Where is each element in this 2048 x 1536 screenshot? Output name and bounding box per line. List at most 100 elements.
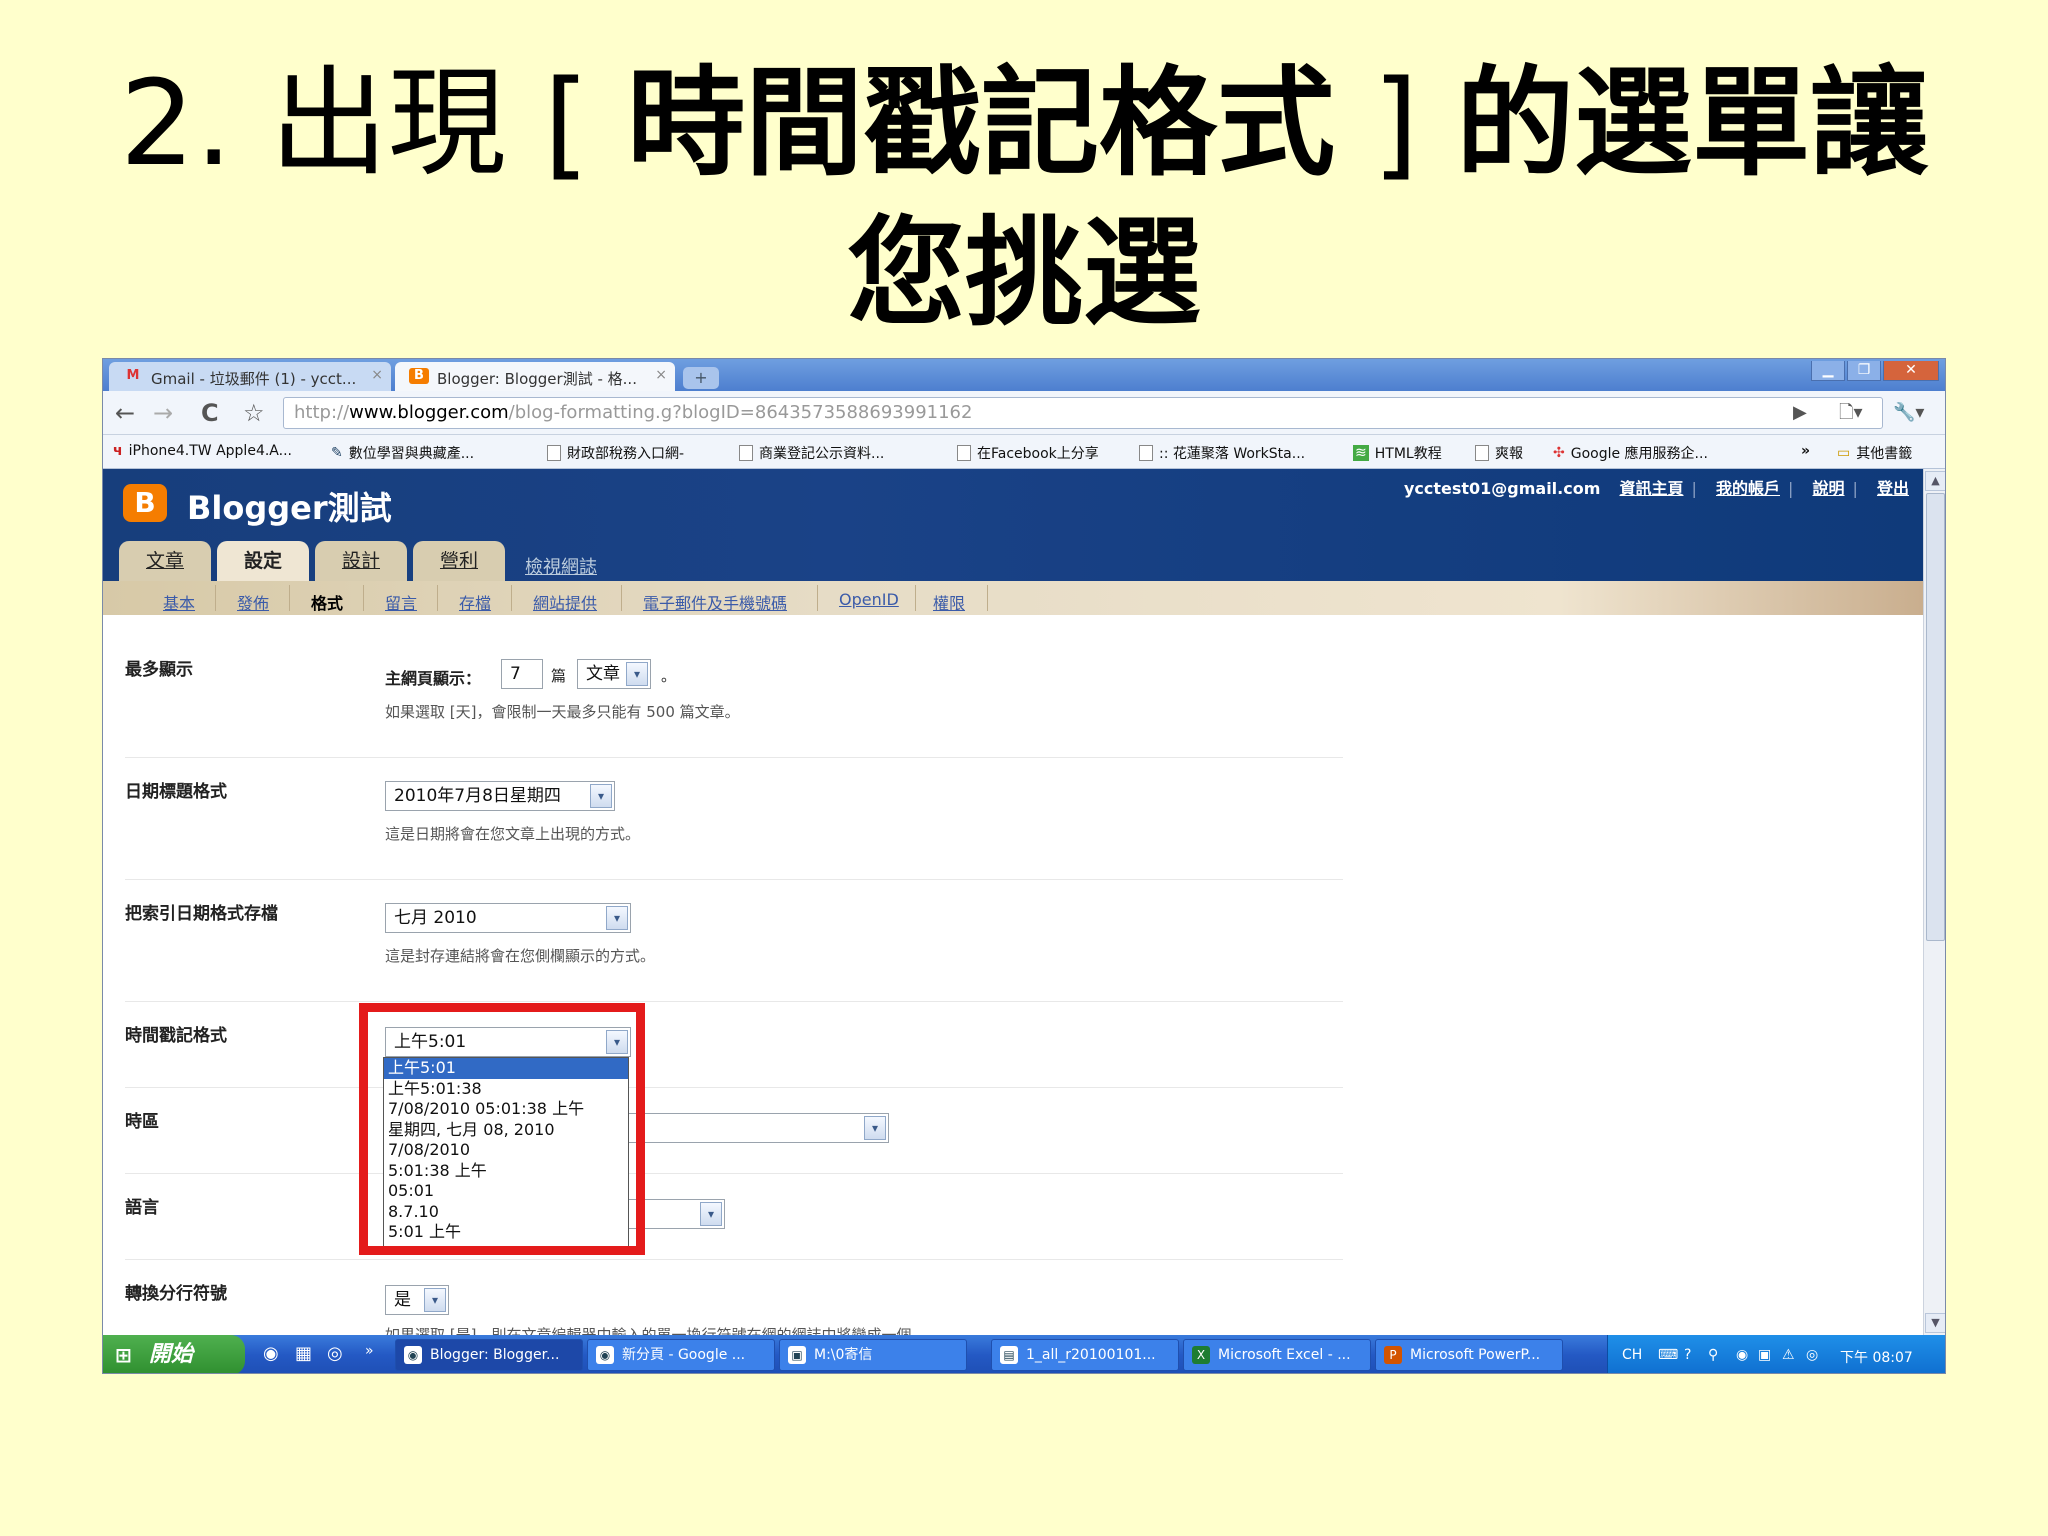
tray-icon[interactable]: ◉ [1736,1347,1748,1363]
blog-title: Blogger測試 [187,489,392,527]
line-breaks-label: 轉換分行符號 [125,1284,227,1304]
tray-icon[interactable]: ⚲ [1708,1347,1718,1363]
tab-gmail[interactable]: M Gmail - 垃圾郵件 (1) - ycct... × [109,362,391,391]
bookmark-icon: ≋ [1353,445,1369,461]
settings-subnav: 基本 發佈 格式 留言 存檔 網站提供 電子郵件及手機號碼 OpenID 權限 [103,581,1923,615]
page-menu-icon[interactable]: 🗋▾ [1839,400,1863,426]
link-sign-out[interactable]: 登出 [1877,479,1909,498]
link-my-account[interactable]: 我的帳戶 [1716,479,1780,498]
minimize-button[interactable]: ▁ [1811,361,1845,381]
reload-icon[interactable]: C [201,400,219,426]
tab-layout[interactable]: 設計 [315,541,407,581]
title-suffix: 的選單讓 [1456,54,1929,192]
scroll-down-icon[interactable]: ▼ [1925,1313,1945,1333]
subtab-publishing[interactable]: 發佈 [237,590,269,614]
address-bar[interactable]: http://www.blogger.com/blog-formatting.g… [283,397,1883,429]
chevron-down-icon[interactable]: ▾ [606,906,628,930]
tab-close-icon[interactable]: × [371,367,383,383]
taskbar-item[interactable]: ◉ Blogger: Blogger... [395,1339,583,1371]
divider [621,585,622,611]
bookmarks-more-button[interactable]: » [1801,443,1810,459]
bookmark-item[interactable]: ✣ Google 應用服務企... [1553,443,1708,463]
page-icon [547,445,561,461]
line-breaks-value: 是 [394,1290,411,1310]
line-breaks-select[interactable]: 是 ▾ [385,1285,449,1315]
go-icon[interactable]: ▶ [1793,400,1807,426]
view-blog-link[interactable]: 檢視網誌 [525,553,597,579]
max-show-count-input[interactable]: 7 [501,659,543,689]
bookmark-item[interactable]: 爽報 [1475,443,1523,463]
browser-toolbar: ← → C ☆ http://www.blogger.com/blog-form… [103,391,1945,435]
bookmark-item[interactable]: ≋ HTML教程 [1353,443,1442,463]
link-dashboard[interactable]: 資訊主頁 [1619,479,1683,498]
chevron-down-icon[interactable]: ▾ [700,1202,722,1226]
subtab-email-mobile[interactable]: 電子郵件及手機號碼 [643,590,787,614]
star-icon[interactable]: ☆ [243,400,265,426]
keyboard-icon[interactable]: ⌨ [1658,1347,1678,1363]
divider [125,1173,1343,1174]
subtab-site-feed[interactable]: 網站提供 [533,590,597,614]
tab-settings[interactable]: 設定 [217,541,309,581]
bookmark-item[interactable]: ч iPhone4.TW Apple4.A... [113,443,292,459]
chevron-down-icon[interactable]: ▾ [864,1116,886,1140]
tab-posting[interactable]: 文章 [119,541,211,581]
tab-monetize[interactable]: 營利 [413,541,505,581]
bookmark-item[interactable]: :: 花蓮聚落 WorkSta... [1139,443,1305,463]
network-icon[interactable]: ▣ [1758,1347,1771,1363]
bookmark-item[interactable]: 商業登記公示資料... [739,443,884,463]
other-bookmarks[interactable]: ▭ 其他書籤 [1837,443,1912,463]
new-tab-button[interactable]: + [683,367,719,389]
tab-label: Blogger: Blogger測試 - 格... [437,370,637,388]
tray-icon[interactable]: ◎ [1806,1347,1818,1363]
taskbar-item[interactable]: P Microsoft PowerP... [1375,1339,1563,1371]
subtab-basic[interactable]: 基本 [163,590,195,614]
scroll-thumb[interactable] [1926,493,1945,941]
bookmark-item[interactable]: ✎ 數位學習與典藏產... [331,443,474,463]
taskbar-item[interactable]: ▣ M:\0寄信 [779,1339,967,1371]
tab-blogger[interactable]: B Blogger: Blogger測試 - 格... × [395,362,675,391]
taskbar-item[interactable]: ▤ 1_all_r20100101... [991,1339,1179,1371]
divider [125,1087,1343,1088]
page-icon [957,445,971,461]
divider [915,585,916,611]
max-show-type-select[interactable]: 文章 ▾ [577,659,651,689]
warning-icon[interactable]: ⚠ [1782,1347,1795,1363]
taskbar-item-label: M:\0寄信 [814,1347,873,1363]
quicklaunch-more-icon[interactable]: » [365,1343,374,1359]
subtab-archiving[interactable]: 存檔 [459,590,491,614]
taskbar-item[interactable]: ◉ 新分頁 - Google ... [587,1339,775,1371]
account-email: ycctest01@gmail.com [1403,479,1601,498]
bookmark-item[interactable]: 財政部稅務入口網- [547,443,684,463]
language-indicator[interactable]: CH [1622,1347,1642,1363]
chevron-down-icon[interactable]: ▾ [590,784,612,808]
scroll-up-icon[interactable]: ▲ [1925,471,1945,491]
quicklaunch-icon[interactable]: ◎ [327,1343,343,1364]
taskbar-item[interactable]: X Microsoft Excel - ... [1183,1339,1371,1371]
link-help[interactable]: 說明 [1812,479,1844,498]
subtab-comments[interactable]: 留言 [385,590,417,614]
forward-arrow-icon[interactable]: → [153,400,173,426]
subtab-openid[interactable]: OpenID [839,590,899,609]
bookmark-label: 商業登記公示資料... [759,446,885,462]
bookmark-icon: ✎ [331,445,343,461]
date-header-select[interactable]: 2010年7月8日星期四 ▾ [385,781,615,811]
divider [987,585,988,611]
back-arrow-icon[interactable]: ← [115,400,135,426]
chevron-down-icon[interactable]: ▾ [626,662,648,686]
account-links: ycctest01@gmail.com 資訊主頁 | 我的帳戶 | 說明 | 登出 [1404,475,1909,499]
archive-date-select[interactable]: 七月 2010 ▾ [385,903,631,933]
subtab-formatting[interactable]: 格式 [311,590,343,614]
close-window-button[interactable]: ✕ [1883,361,1939,381]
bookmark-item[interactable]: 在Facebook上分享 [957,443,1099,463]
page-scrollbar[interactable]: ▲ ▼ [1923,469,1945,1335]
subtab-permissions[interactable]: 權限 [933,590,965,614]
start-button[interactable]: ⊞ 開始 [103,1335,245,1373]
gmail-icon: M [126,368,140,383]
tab-close-icon[interactable]: × [655,367,667,383]
quicklaunch-icon[interactable]: ◉ [263,1343,279,1364]
chevron-down-icon[interactable]: ▾ [424,1288,446,1312]
restore-button[interactable]: ❐ [1847,361,1881,381]
quicklaunch-icon[interactable]: ▦ [295,1343,312,1364]
wrench-menu-icon[interactable]: 🔧▾ [1893,400,1924,426]
help-icon[interactable]: ? [1684,1347,1691,1363]
